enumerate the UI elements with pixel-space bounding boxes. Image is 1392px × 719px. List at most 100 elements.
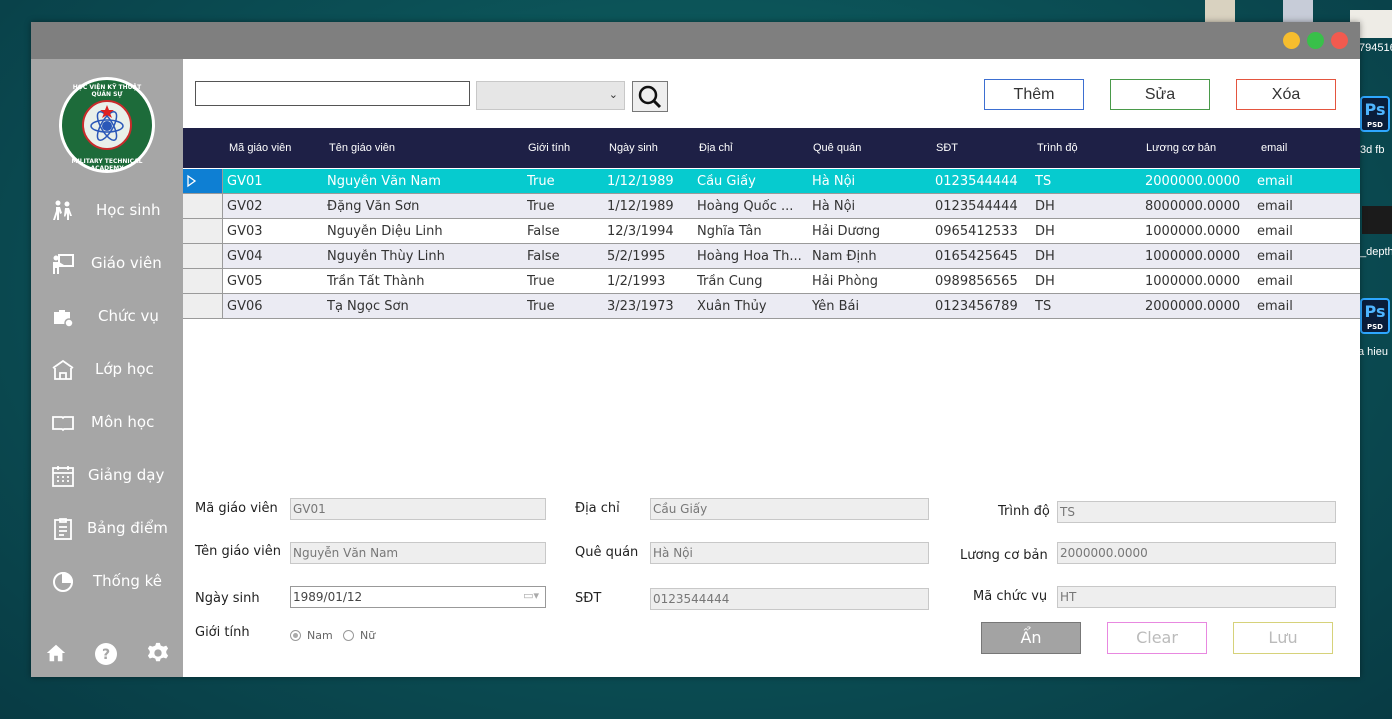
cell: Nghĩa Tân	[697, 224, 762, 239]
table-row[interactable]: GV05 Trần Tất Thành True 1/2/1993 Trần C…	[183, 269, 1360, 294]
cell: Nam Định	[812, 249, 877, 264]
radio-checked-icon	[290, 630, 301, 641]
sidebar-item-hoc-sinh[interactable]: Học sinh	[31, 191, 183, 231]
que-quan-field[interactable]: Hà Nội	[650, 542, 929, 564]
sidebar-item-chuc-vu[interactable]: Chức vụ	[31, 297, 183, 337]
ma-chuc-vu-label: Mã chức vụ	[973, 589, 1048, 604]
row-selector[interactable]	[183, 219, 223, 243]
desktop-thumbnail[interactable]	[1283, 0, 1313, 22]
cell: 1/2/1993	[607, 274, 666, 289]
column-header[interactable]: Tên giáo viên	[329, 142, 395, 154]
edit-button[interactable]: Sửa	[1110, 79, 1210, 110]
cell: 8000000.0000	[1145, 199, 1241, 214]
cell: True	[527, 199, 555, 214]
cell: Xuân Thủy	[697, 299, 767, 314]
logo-top-text: HỌC VIỆN KỸ THUẬT QUÂN SỰ	[72, 84, 142, 98]
desktop-thumbnail[interactable]	[1205, 0, 1235, 22]
maximize-button[interactable]	[1307, 32, 1324, 49]
minimize-button[interactable]	[1283, 32, 1300, 49]
desktop-thumbnail[interactable]	[1362, 206, 1392, 234]
add-button[interactable]: Thêm	[984, 79, 1084, 110]
cell: 0165425645	[935, 249, 1018, 264]
logo-bottom-text: MILITARY TECHNICAL ACADEMY	[71, 158, 143, 172]
sdt-field[interactable]: 0123544444	[650, 588, 929, 610]
table-row[interactable]: GV01 Nguyễn Văn Nam True 1/12/1989 Cầu G…	[183, 169, 1360, 194]
calendar-dropdown-icon[interactable]: ▭▾	[523, 589, 539, 602]
dia-chi-field[interactable]: Cầu Giấy	[650, 498, 929, 520]
row-selector[interactable]	[183, 244, 223, 268]
cell: email	[1257, 174, 1293, 189]
row-selector[interactable]	[183, 194, 223, 218]
row-selector[interactable]	[183, 169, 223, 193]
cell: 5/2/1995	[607, 249, 666, 264]
cell: True	[527, 299, 555, 314]
close-button[interactable]	[1331, 32, 1348, 49]
help-icon[interactable]: ?	[94, 642, 118, 670]
sidebar-item-giao-vien[interactable]: Giáo viên	[31, 244, 183, 284]
column-header[interactable]: Địa chỉ	[699, 142, 733, 154]
cell: GV01	[227, 174, 263, 189]
photoshop-file-icon[interactable]: Ps PSD	[1360, 298, 1390, 334]
sidebar-item-bang-diem[interactable]: Bảng điểm	[31, 509, 183, 549]
row-selector[interactable]	[183, 269, 223, 293]
sidebar-item-giang-day[interactable]: Giảng dạy	[31, 456, 183, 496]
trinh-do-field[interactable]: TS	[1057, 501, 1336, 523]
table-row[interactable]: GV03 Nguyễn Diệu Linh False 12/3/1994 Ng…	[183, 219, 1360, 244]
delete-button[interactable]: Xóa	[1236, 79, 1336, 110]
school-icon	[51, 358, 75, 382]
chevron-down-icon: ⌄	[608, 88, 618, 101]
sidebar-item-label: Giảng dạy	[88, 466, 165, 484]
psd-text: PSD	[1367, 121, 1383, 129]
luong-co-ban-field[interactable]: 2000000.0000	[1057, 542, 1336, 564]
ps-text: Ps	[1364, 302, 1386, 321]
sidebar-item-label: Lớp học	[95, 360, 154, 378]
column-header[interactable]: email	[1261, 142, 1287, 154]
cell: Trần Cung	[697, 274, 763, 289]
clear-button[interactable]: Clear	[1107, 622, 1207, 654]
column-header[interactable]: Ngày sinh	[609, 142, 658, 154]
hide-button[interactable]: Ẩn	[981, 622, 1081, 654]
radio-label: Nữ	[360, 629, 376, 642]
cell: 1000000.0000	[1145, 274, 1241, 289]
column-header[interactable]: Quê quán	[813, 142, 861, 154]
column-header[interactable]: SĐT	[936, 142, 958, 154]
column-header[interactable]: Mã giáo viên	[229, 142, 291, 154]
ten-giao-vien-field[interactable]: Nguyễn Văn Nam	[290, 542, 546, 564]
cell: 2000000.0000	[1145, 299, 1241, 314]
teacher-data-grid: Mã giáo viên Tên giáo viên Giới tính Ngà…	[183, 128, 1360, 489]
photoshop-file-icon[interactable]: Ps PSD	[1360, 96, 1390, 132]
sidebar-bottom-toolbar: ?	[31, 639, 183, 669]
title-bar[interactable]	[31, 22, 1360, 59]
sidebar-item-lop-hoc[interactable]: Lớp học	[31, 350, 183, 390]
column-header[interactable]: Giới tính	[528, 142, 570, 154]
ma-giao-vien-field[interactable]: GV01	[290, 498, 546, 520]
sidebar-item-mon-hoc[interactable]: Môn học	[31, 403, 183, 443]
cell: 12/3/1994	[607, 224, 674, 239]
ngay-sinh-date-picker[interactable]: 1989/01/12 ▭▾	[290, 586, 546, 608]
ngay-sinh-value: 1989/01/12	[293, 590, 363, 604]
table-row[interactable]: GV02 Đặng Văn Sơn True 1/12/1989 Hoàng Q…	[183, 194, 1360, 219]
gender-radio-nam[interactable]: Nam	[290, 629, 333, 642]
home-icon[interactable]	[45, 642, 67, 668]
sidebar-item-label: Học sinh	[96, 201, 161, 219]
cell: GV05	[227, 274, 263, 289]
search-field-combobox[interactable]: ⌄	[476, 81, 625, 110]
cell: GV04	[227, 249, 263, 264]
save-button[interactable]: Lưu	[1233, 622, 1333, 654]
search-button[interactable]	[632, 81, 668, 112]
row-selector[interactable]	[183, 294, 223, 318]
clipboard-icon	[51, 517, 75, 541]
settings-gear-icon[interactable]	[147, 642, 169, 668]
sidebar-item-thong-ke[interactable]: Thống kê	[31, 562, 183, 602]
column-header[interactable]: Lương cơ bản	[1146, 142, 1216, 154]
cell: email	[1257, 224, 1293, 239]
cell: Yên Bái	[812, 299, 860, 314]
cell: DH	[1035, 249, 1055, 264]
cell: Hoàng Quốc ...	[697, 199, 794, 214]
ma-chuc-vu-field[interactable]: HT	[1057, 586, 1336, 608]
search-input[interactable]	[195, 81, 470, 106]
column-header[interactable]: Trình độ	[1037, 142, 1078, 154]
table-row[interactable]: GV06 Tạ Ngọc Sơn True 3/23/1973 Xuân Thủ…	[183, 294, 1360, 319]
gender-radio-nu[interactable]: Nữ	[343, 629, 375, 642]
table-row[interactable]: GV04 Nguyễn Thùy Linh False 5/2/1995 Hoà…	[183, 244, 1360, 269]
